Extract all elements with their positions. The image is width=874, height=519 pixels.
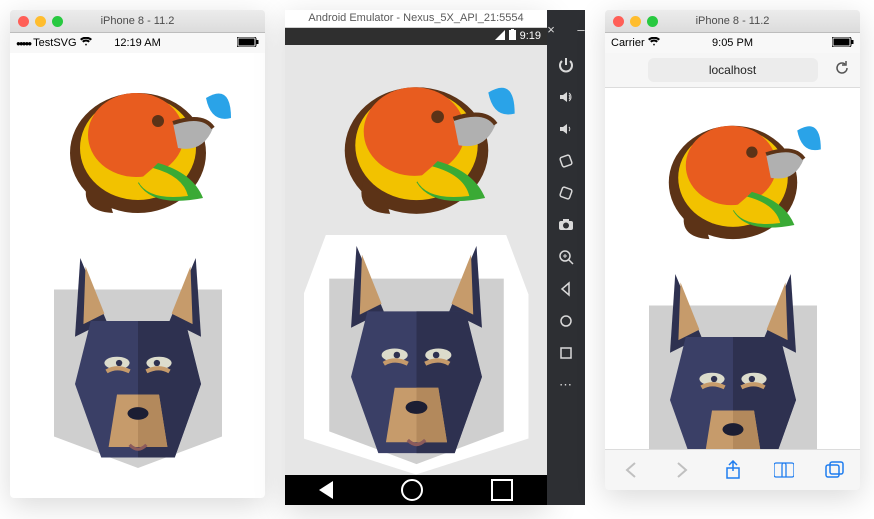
close-window-button[interactable]: [613, 16, 624, 27]
volume-down-icon[interactable]: [555, 118, 577, 140]
power-icon[interactable]: [555, 54, 577, 76]
reload-icon[interactable]: [834, 60, 850, 81]
android-status-bar: 9:19: [285, 28, 547, 45]
cellular-icon: [495, 30, 505, 43]
ios-status-bar: Carrier 9:05 PM: [605, 33, 860, 53]
emulator-toolbar: × – ⋯: [547, 10, 585, 505]
ios-safari-window: iPhone 8 - 11.2 Carrier 9:05 PM localhos…: [605, 10, 860, 490]
rotate-right-icon[interactable]: [555, 182, 577, 204]
safari-content: [605, 88, 860, 449]
safari-sim-titlebar: iPhone 8 - 11.2: [605, 10, 860, 33]
home-icon[interactable]: [555, 310, 577, 332]
zoom-icon[interactable]: [555, 246, 577, 268]
nav-recent-button[interactable]: [491, 479, 513, 501]
android-window-title: Android Emulator - Nexus_5X_API_21:5554: [285, 10, 547, 28]
ios-sim-titlebar: iPhone 8 - 11.2: [10, 10, 265, 33]
recent-icon[interactable]: [555, 342, 577, 364]
battery-icon: [832, 37, 854, 50]
app-name-label: TestSVG: [33, 37, 76, 49]
rotate-left-icon[interactable]: [555, 150, 577, 172]
carrier-label: Carrier: [611, 37, 645, 49]
ios-status-bar: ●●●●● TestSVG 12:19 AM: [10, 33, 265, 53]
signal-dots-icon: ●●●●●: [16, 39, 30, 48]
nav-home-button[interactable]: [401, 479, 423, 501]
window-controls: [613, 16, 658, 27]
tabs-icon[interactable]: [824, 459, 846, 481]
emulator-minimize-button[interactable]: –: [570, 18, 592, 40]
ios-app-content: [10, 53, 265, 498]
volume-up-icon[interactable]: [555, 86, 577, 108]
parrot-illustration: [304, 45, 529, 235]
parrot-illustration: [628, 88, 838, 258]
wifi-icon: [648, 37, 660, 50]
ios-simulator-window: iPhone 8 - 11.2 ●●●●● TestSVG 12:19 AM: [10, 10, 265, 498]
doberman-illustration: [304, 235, 529, 475]
wifi-icon: [80, 37, 92, 50]
safari-bottom-toolbar: [605, 449, 860, 490]
battery-icon: [509, 29, 516, 43]
zoom-window-button[interactable]: [647, 16, 658, 27]
share-icon[interactable]: [722, 459, 744, 481]
minimize-window-button[interactable]: [35, 16, 46, 27]
android-nav-bar: [285, 475, 547, 505]
emulator-close-button[interactable]: ×: [540, 18, 562, 40]
parrot-illustration: [33, 53, 243, 233]
window-controls: [18, 16, 63, 27]
zoom-window-button[interactable]: [52, 16, 63, 27]
camera-icon[interactable]: [555, 214, 577, 236]
back-icon[interactable]: [555, 278, 577, 300]
nav-forward-icon[interactable]: [671, 459, 693, 481]
url-text: localhost: [709, 63, 756, 77]
doberman-illustration: [628, 258, 838, 449]
close-window-button[interactable]: [18, 16, 29, 27]
android-emulator-window: Android Emulator - Nexus_5X_API_21:5554 …: [285, 10, 585, 505]
nav-back-icon[interactable]: [620, 459, 642, 481]
bookmarks-icon[interactable]: [773, 459, 795, 481]
battery-icon: [237, 37, 259, 50]
minimize-window-button[interactable]: [630, 16, 641, 27]
android-app-content: [285, 45, 547, 475]
safari-url-bar: localhost: [605, 53, 860, 88]
url-field[interactable]: localhost: [648, 58, 818, 82]
doberman-illustration: [33, 233, 243, 493]
more-icon[interactable]: ⋯: [555, 374, 577, 396]
android-clock: 9:19: [520, 30, 541, 42]
nav-back-button[interactable]: [319, 481, 333, 499]
